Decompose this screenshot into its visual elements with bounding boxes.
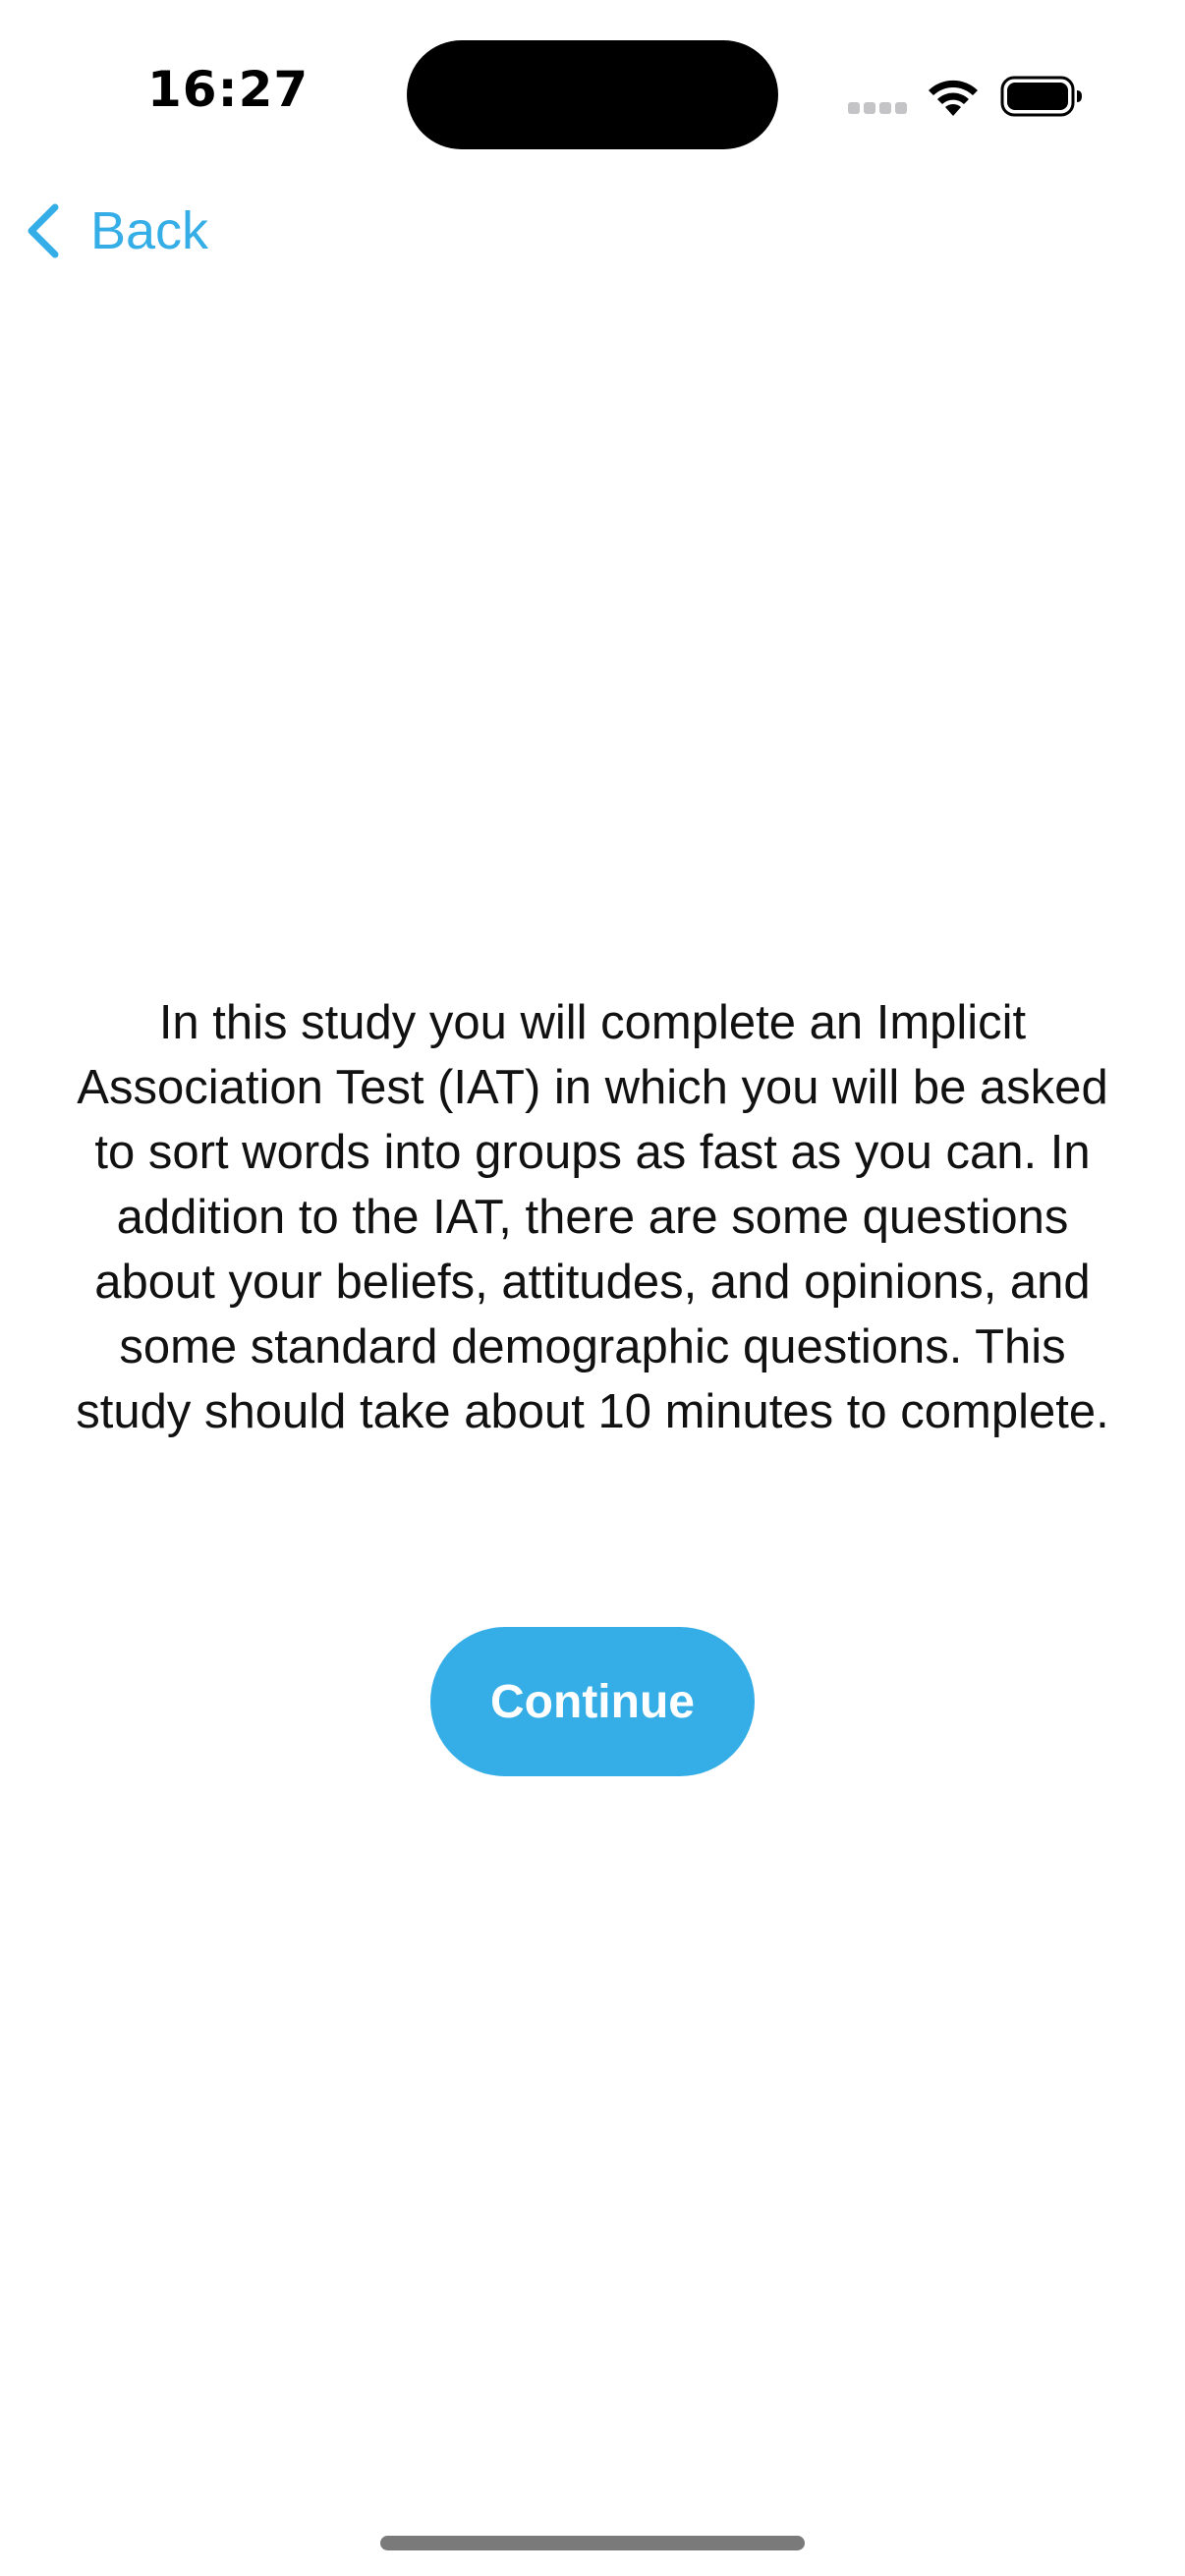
dynamic-island (407, 40, 778, 149)
battery-icon (1000, 76, 1082, 117)
status-time: 16:27 (147, 61, 310, 118)
cellular-signal-icon (848, 102, 909, 116)
home-indicator[interactable] (380, 2536, 805, 2550)
chevron-left-icon (28, 203, 59, 258)
status-bar: 16:27 (0, 0, 1185, 196)
wifi-icon (929, 80, 978, 116)
study-intro-text: In this study you will complete an Impli… (76, 996, 1109, 1438)
back-label: Back (90, 201, 209, 260)
back-button[interactable]: Back (24, 196, 208, 265)
continue-button[interactable]: Continue (430, 1627, 755, 1776)
